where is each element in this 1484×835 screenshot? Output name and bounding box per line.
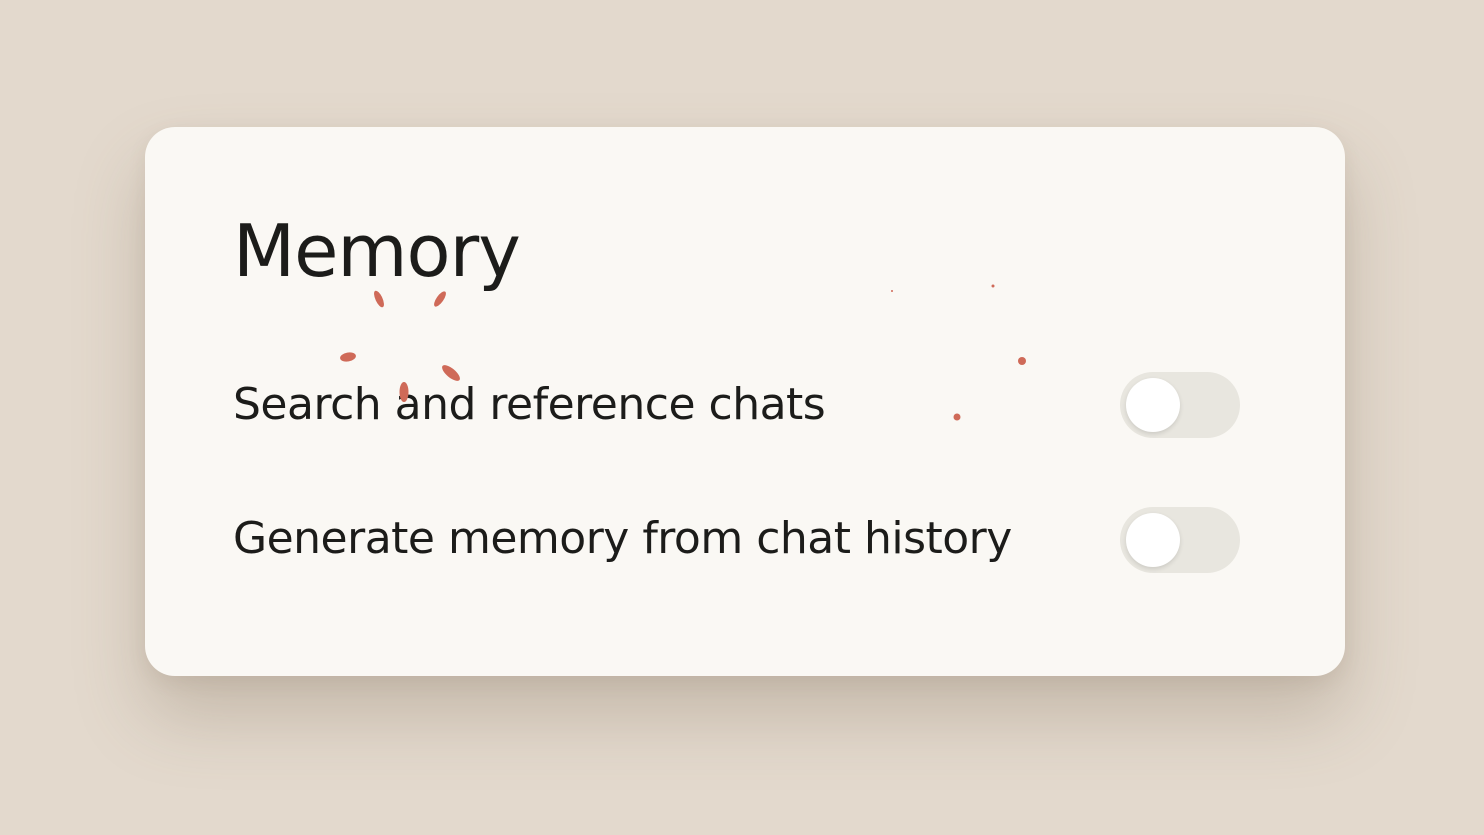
generate-memory-label: Generate memory from chat history (233, 513, 1012, 564)
search-reference-chats-label: Search and reference chats (233, 379, 826, 430)
toggle-knob (1126, 513, 1180, 567)
memory-settings-card: Memory Search and reference chats Genera… (145, 127, 1345, 676)
toggle-knob (1126, 378, 1180, 432)
generate-memory-toggle[interactable] (1120, 507, 1240, 573)
search-reference-chats-toggle[interactable] (1120, 372, 1240, 438)
card-title: Memory (233, 209, 521, 293)
